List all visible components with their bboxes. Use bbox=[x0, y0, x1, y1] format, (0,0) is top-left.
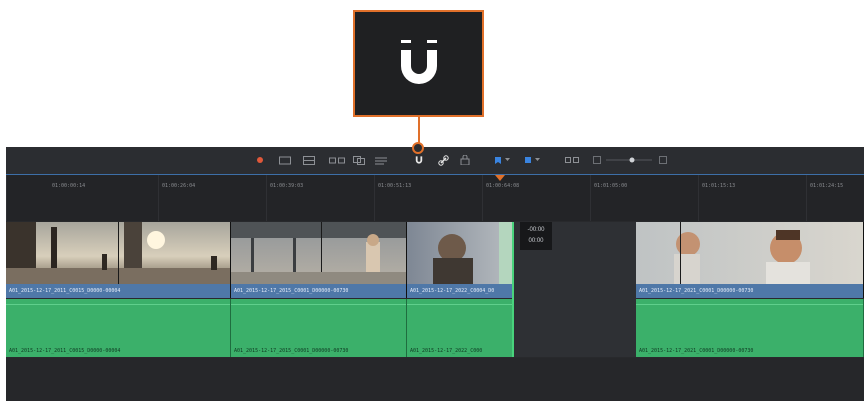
trim-tooltip: -00:00 00:00 bbox=[520, 222, 552, 250]
snapping-callout bbox=[353, 10, 484, 117]
clip-name-bar: A01_2015-12-17_2011_C0015_D0000-00004 bbox=[6, 284, 230, 298]
clip-name-bar: A01_2015-12-17_2022_C0004_D0 bbox=[407, 284, 512, 298]
ruler-tick bbox=[374, 175, 375, 221]
timeline-panel: 01:00:00:14 01:00:26:04 01:00:39:03 01:0… bbox=[6, 147, 864, 401]
camera-icon[interactable] bbox=[278, 154, 292, 166]
marker-dropdown-icon[interactable] bbox=[504, 154, 510, 166]
callout-anchor-dot bbox=[412, 142, 424, 154]
ruler-timecode: 01:01:15:13 bbox=[702, 183, 736, 189]
ruler-timecode: 01:00:39:03 bbox=[270, 183, 304, 189]
ruler-timecode: 01:00:00:14 bbox=[52, 183, 86, 189]
empty-track-area[interactable] bbox=[6, 358, 864, 401]
ruler-tick bbox=[590, 175, 591, 221]
ruler-timecode: 01:01:05:00 bbox=[594, 183, 628, 189]
audio-level-line bbox=[231, 304, 406, 305]
ruler-tick bbox=[806, 175, 807, 221]
magnet-snapping-icon bbox=[400, 39, 437, 84]
audio-clip[interactable]: A01_2015-12-17_2011_C0015_D0000-00004 bbox=[6, 299, 231, 357]
ruler-tick bbox=[6, 175, 7, 221]
video-clip[interactable]: A01_2015-12-17_2021_C0001_D00000-00730 bbox=[636, 222, 864, 298]
ruler-tick bbox=[158, 175, 159, 221]
marker-blue-dropdown-icon[interactable] bbox=[534, 154, 540, 166]
playhead-marker[interactable] bbox=[495, 175, 505, 181]
ruler-timecode: 01:00:51:13 bbox=[378, 183, 412, 189]
fit-to-fill-icon[interactable] bbox=[374, 154, 388, 166]
ruler-tick bbox=[698, 175, 699, 221]
tooltip-duration: 00:00 bbox=[528, 238, 544, 244]
snapping-icon[interactable] bbox=[412, 154, 426, 166]
audio-clip-label: A01_2015-12-17_2022_C000 bbox=[410, 348, 483, 354]
callout-leader bbox=[418, 117, 420, 145]
marker-color-icon[interactable] bbox=[494, 154, 502, 166]
video-clip[interactable]: A01_2015-12-17_2015_C0001_D00000-00730 bbox=[231, 222, 407, 298]
audio-track-a1: A01_2015-12-17_2011_C0015_D0000-00004 A0… bbox=[6, 299, 864, 357]
ruler-timecode: 01:01:24:15 bbox=[810, 183, 844, 189]
audio-level-line bbox=[407, 304, 512, 305]
audio-clip-label: A01_2015-12-17_2015_C0001_D00000-00730 bbox=[234, 348, 349, 354]
zoom-max-icon[interactable] bbox=[658, 154, 668, 166]
link-icon[interactable] bbox=[436, 154, 450, 166]
ruler-tick bbox=[266, 175, 267, 221]
video-clip[interactable]: A01_2015-12-17_2011_C0015_D0000-00004 bbox=[6, 222, 231, 298]
ruler-timecode: 01:00:26:04 bbox=[162, 183, 196, 189]
ruler-timecode: 01:00:64:08 bbox=[486, 183, 520, 189]
clip-thumbnail bbox=[6, 222, 230, 284]
video-clip[interactable]: A01_2015-12-17_2022_C0004_D0 bbox=[407, 222, 513, 298]
replace-icon[interactable] bbox=[352, 154, 366, 166]
clip-name-bar: A01_2015-12-17_2021_C0001_D00000-00730 bbox=[636, 284, 863, 298]
marker-blue-icon[interactable] bbox=[524, 154, 532, 166]
audio-level-line bbox=[6, 304, 230, 305]
audio-clip-label: A01_2015-12-17_2011_C0015_D0000-00004 bbox=[9, 348, 121, 354]
lock-icon[interactable] bbox=[458, 154, 472, 166]
audio-clip[interactable]: A01_2015-12-17_2015_C0001_D00000-00730 bbox=[231, 299, 407, 357]
clip-thumbnail bbox=[407, 222, 512, 284]
zoom-slider[interactable] bbox=[606, 154, 652, 166]
audio-clip-label: A01_2015-12-17_2021_C0001_D00000-00730 bbox=[639, 348, 754, 354]
snap-edge-indicator bbox=[512, 222, 514, 357]
audio-level-line bbox=[636, 304, 863, 305]
timecode-ruler[interactable]: 01:00:00:14 01:00:26:04 01:00:39:03 01:0… bbox=[6, 175, 864, 221]
clip-name-bar: A01_2015-12-17_2015_C0001_D00000-00730 bbox=[231, 284, 406, 298]
timeline-toolbar bbox=[6, 147, 864, 175]
clip-thumbnail bbox=[636, 222, 863, 284]
audio-clip[interactable]: A01_2015-12-17_2022_C000 bbox=[407, 299, 513, 357]
video-track-v1: A01_2015-12-17_2011_C0015_D0000-00004 A0… bbox=[6, 222, 864, 298]
overwrite-icon[interactable] bbox=[328, 154, 346, 166]
zoom-min-icon[interactable] bbox=[592, 154, 602, 166]
tooltip-offset: -00:00 bbox=[527, 227, 545, 233]
audio-clip[interactable]: A01_2015-12-17_2021_C0001_D00000-00730 bbox=[636, 299, 864, 357]
zoom-detail-icon[interactable] bbox=[564, 154, 580, 166]
clip-thumbnail bbox=[231, 222, 406, 284]
flag-icon[interactable] bbox=[256, 154, 264, 166]
ruler-tick bbox=[482, 175, 483, 221]
insert-icon[interactable] bbox=[302, 154, 316, 166]
